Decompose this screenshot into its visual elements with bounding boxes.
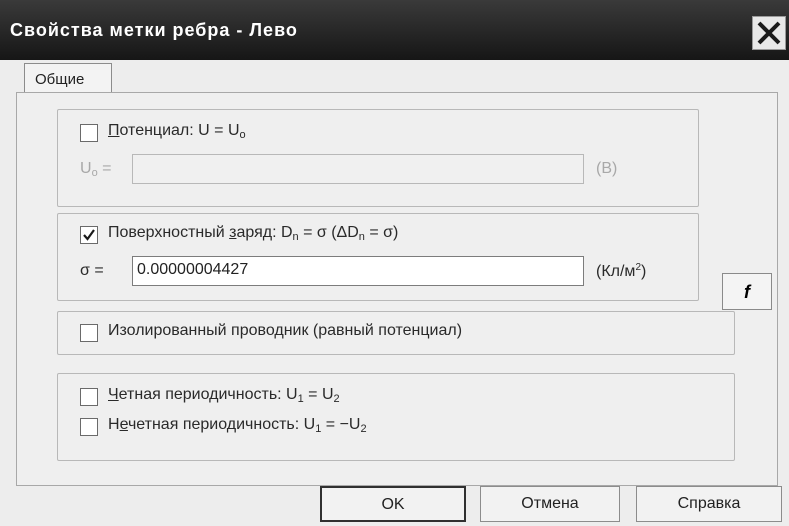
potential-label: Потенциал: U = Uо — [108, 122, 246, 141]
close-button[interactable] — [752, 16, 786, 50]
surface-charge-checkbox[interactable] — [80, 226, 98, 244]
odd-periodicity-label: Нечетная периодичность: U1 = −U2 — [108, 416, 367, 435]
sigma-label: σ = — [80, 262, 104, 279]
title-bar: Свойства метки ребра - Лево — [0, 0, 789, 60]
dialog-window: Свойства метки ребра - Лево Общие Потенц… — [0, 0, 789, 526]
periodicity-group: Четная периодичность: U1 = U2 Нечетная п… — [57, 373, 735, 461]
potential-field-label: Uо = — [80, 160, 112, 179]
surface-charge-group: Поверхностный заряд: Dn = σ (ΔDn = σ) σ … — [57, 213, 699, 301]
surface-charge-input[interactable]: 0.00000004427 — [132, 256, 584, 286]
function-button[interactable]: f — [722, 273, 772, 310]
potential-checkbox[interactable] — [80, 124, 98, 142]
tab-general[interactable]: Общие — [24, 63, 112, 94]
cancel-button[interactable]: Отмена — [480, 486, 620, 522]
ok-button[interactable]: OK — [320, 486, 466, 522]
potential-group: Потенциал: U = Uо Uо = (В) — [57, 109, 699, 207]
isolated-conductor-checkbox[interactable] — [80, 324, 98, 342]
surface-charge-unit: (Кл/м2) — [596, 262, 647, 280]
tab-general-label: Общие — [35, 71, 85, 88]
window-title: Свойства метки ребра - Лево — [10, 20, 298, 40]
isolated-conductor-label: Изолированный проводник (равный потенциа… — [108, 322, 463, 339]
odd-periodicity-checkbox[interactable] — [80, 418, 98, 436]
tab-panel-general: Потенциал: U = Uо Uо = (В) f Поверхностн… — [16, 92, 778, 486]
potential-value-input[interactable] — [132, 154, 584, 184]
isolated-conductor-group: Изолированный проводник (равный потенциа… — [57, 311, 735, 355]
checkmark-icon — [83, 229, 95, 241]
even-periodicity-checkbox[interactable] — [80, 388, 98, 406]
potential-unit: (В) — [596, 160, 618, 177]
even-periodicity-label: Четная периодичность: U1 = U2 — [108, 386, 340, 405]
close-icon — [757, 21, 781, 45]
help-button[interactable]: Справка — [636, 486, 782, 522]
surface-charge-label: Поверхностный заряд: Dn = σ (ΔDn = σ) — [108, 224, 399, 243]
